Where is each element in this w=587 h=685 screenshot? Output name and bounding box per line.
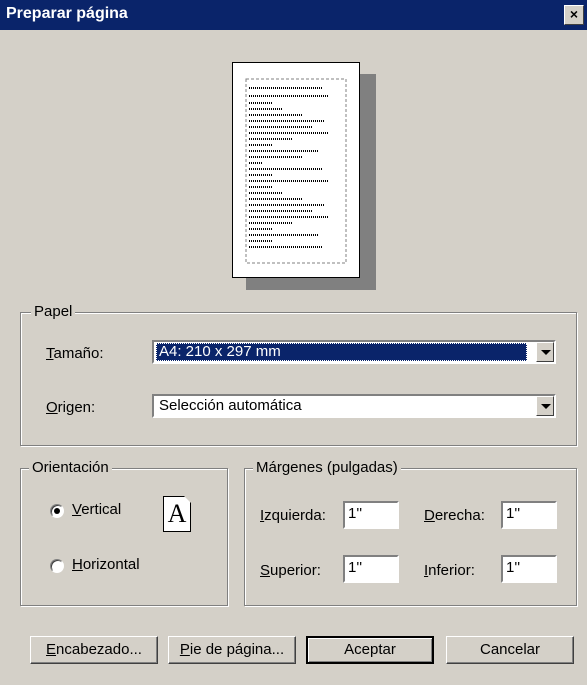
orientation-legend: Orientación: [29, 459, 112, 476]
bottom-margin-label: Inferior:: [424, 562, 475, 579]
paper-group: Papel: [20, 303, 577, 446]
source-label: Origen:: [46, 399, 96, 416]
left-margin-label: Izquierda:: [260, 507, 326, 524]
horizontal-radio[interactable]: [50, 559, 64, 573]
source-select[interactable]: Selección automática: [152, 394, 556, 418]
paper-legend: Papel: [31, 303, 76, 320]
title-bar: Preparar página ×: [0, 0, 587, 30]
right-margin-input[interactable]: 1'': [501, 501, 557, 529]
portrait-page-icon: A: [163, 496, 191, 532]
close-button[interactable]: ×: [564, 5, 584, 25]
size-label: Tamaño:: [46, 345, 104, 362]
left-margin-input[interactable]: 1'': [343, 501, 399, 529]
size-select[interactable]: A4: 210 x 297 mm: [152, 340, 556, 364]
vertical-label[interactable]: Vertical: [72, 501, 121, 518]
margins-legend: Márgenes (pulgadas): [253, 459, 401, 476]
right-margin-label: Derecha:: [424, 507, 485, 524]
page-preview: [232, 62, 360, 278]
source-value: Selección automática: [159, 397, 302, 414]
preview-text-lines: [245, 78, 347, 264]
cancel-button[interactable]: Cancelar: [446, 636, 574, 664]
chevron-down-icon[interactable]: [536, 396, 554, 416]
close-icon: ×: [569, 6, 579, 22]
vertical-radio[interactable]: [50, 504, 64, 518]
chevron-down-icon[interactable]: [536, 342, 554, 362]
horizontal-label[interactable]: Horizontal: [72, 556, 140, 573]
size-value: A4: 210 x 297 mm: [156, 343, 527, 361]
ok-button[interactable]: Aceptar: [306, 636, 434, 664]
bottom-margin-input[interactable]: 1'': [501, 555, 557, 583]
margins-group: Márgenes (pulgadas): [244, 459, 577, 606]
top-margin-label: Superior:: [260, 562, 321, 579]
top-margin-input[interactable]: 1'': [343, 555, 399, 583]
header-button[interactable]: Encabezado...: [30, 636, 158, 664]
orientation-group: Orientación: [20, 459, 228, 606]
footer-button[interactable]: Pie de página...: [168, 636, 296, 664]
window-title: Preparar página: [6, 5, 128, 22]
